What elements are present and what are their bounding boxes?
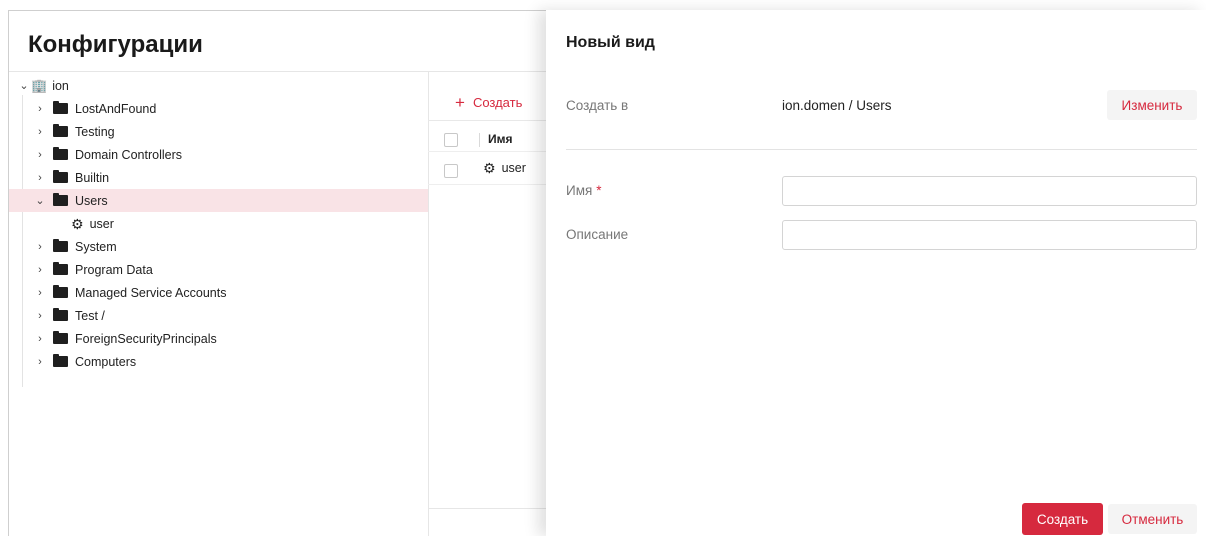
tree-item-builtin[interactable]: › Builtin — [9, 166, 429, 189]
list-header-divider — [428, 120, 549, 121]
create-in-label: Создать в — [566, 98, 629, 113]
tree-item-label: ion — [52, 78, 69, 93]
submit-create-button[interactable]: Создать — [1022, 503, 1103, 535]
tree-item-label: Testing — [75, 124, 115, 139]
chevron-right-icon[interactable]: › — [33, 310, 47, 322]
new-view-drawer: Новый вид Создать в ion.domen / Users Из… — [546, 10, 1206, 536]
chevron-right-icon[interactable]: › — [33, 356, 47, 368]
header-divider — [9, 71, 549, 72]
tree-item-label: Builtin — [75, 170, 110, 185]
chevron-right-icon[interactable]: › — [33, 149, 47, 161]
tree-root-ion[interactable]: ⌄ 🏢 ion — [9, 74, 429, 97]
tree-item-managed-service-accounts[interactable]: › Managed Service Accounts — [9, 281, 429, 304]
chevron-down-icon[interactable]: ⌄ — [17, 79, 31, 92]
tree-item-users[interactable]: ⌄ Users — [9, 189, 429, 212]
chevron-right-icon[interactable]: › — [33, 287, 47, 299]
required-marker: * — [596, 183, 602, 198]
create-button[interactable]: + Создать — [455, 94, 522, 111]
row-label: user — [501, 161, 526, 175]
folder-icon — [53, 331, 68, 344]
chevron-down-icon[interactable]: ⌄ — [33, 194, 47, 207]
name-label: Имя * — [566, 183, 602, 198]
create-button-label: Создать — [472, 95, 523, 110]
tree-item-system[interactable]: › System — [9, 235, 429, 258]
chevron-right-icon[interactable]: › — [33, 126, 47, 138]
chevron-right-icon[interactable]: › — [33, 264, 47, 276]
tree-item-user[interactable]: ⚙ user — [9, 212, 429, 235]
row-checkbox[interactable] — [444, 164, 458, 178]
drawer-title: Новый вид — [566, 34, 655, 51]
tree-item-label: ForeignSecurityPrincipals — [75, 331, 217, 346]
folder-icon — [53, 124, 68, 137]
user-gear-icon: ⚙ — [71, 215, 84, 232]
name-label-text: Имя — [566, 183, 593, 198]
column-separator — [479, 133, 480, 147]
folder-icon — [53, 285, 68, 298]
tree-item-test[interactable]: › Test / — [9, 304, 429, 327]
tree-item-testing[interactable]: › Testing — [9, 120, 429, 143]
chevron-right-icon[interactable]: › — [33, 333, 47, 345]
select-all-checkbox[interactable] — [444, 133, 458, 147]
tree-item-foreign-security-principals[interactable]: › ForeignSecurityPrincipals — [9, 327, 429, 350]
folder-icon — [53, 239, 68, 252]
chevron-right-icon[interactable]: › — [33, 103, 47, 115]
tree-item-lostandfound[interactable]: › LostAndFound — [9, 97, 429, 120]
folder-icon — [53, 308, 68, 321]
tree-item-label: Test / — [75, 308, 105, 323]
user-gear-icon: ⚙ — [483, 160, 496, 176]
tree-item-label: System — [75, 239, 117, 254]
tree-item-label: user — [89, 216, 114, 231]
list-footer-divider — [428, 508, 549, 509]
chevron-right-icon[interactable]: › — [33, 241, 47, 253]
folder-icon — [53, 354, 68, 367]
name-input[interactable] — [782, 176, 1197, 206]
folder-icon — [53, 262, 68, 275]
folder-icon — [53, 101, 68, 114]
tree-item-label: Computers — [75, 354, 137, 369]
plus-icon: + — [455, 93, 465, 112]
tree-item-program-data[interactable]: › Program Data — [9, 258, 429, 281]
folder-icon — [53, 193, 68, 206]
list-row-divider — [428, 184, 549, 185]
folder-icon — [53, 147, 68, 160]
tree-item-label: Users — [75, 193, 108, 208]
table-row[interactable]: ⚙ user — [483, 161, 526, 175]
tree-item-label: LostAndFound — [75, 101, 157, 116]
create-in-value: ion.domen / Users — [782, 98, 892, 113]
building-icon: 🏢 — [31, 78, 48, 93]
cancel-button[interactable]: Отменить — [1108, 504, 1197, 534]
tree-item-label: Program Data — [75, 262, 153, 277]
tree-item-computers[interactable]: › Computers — [9, 350, 429, 373]
drawer-divider — [566, 149, 1197, 150]
list-row-divider — [428, 151, 549, 152]
folder-icon — [53, 170, 68, 183]
column-header-name[interactable]: Имя — [488, 132, 513, 146]
panel-divider — [428, 72, 429, 536]
tree-item-label: Managed Service Accounts — [75, 285, 227, 300]
description-input[interactable] — [782, 220, 1197, 250]
description-label: Описание — [566, 227, 629, 242]
tree-item-label: Domain Controllers — [75, 147, 182, 162]
change-location-button[interactable]: Изменить — [1107, 90, 1197, 120]
chevron-right-icon[interactable]: › — [33, 172, 47, 184]
page-title: Конфигурации — [28, 31, 203, 58]
tree-item-domain-controllers[interactable]: › Domain Controllers — [9, 143, 429, 166]
